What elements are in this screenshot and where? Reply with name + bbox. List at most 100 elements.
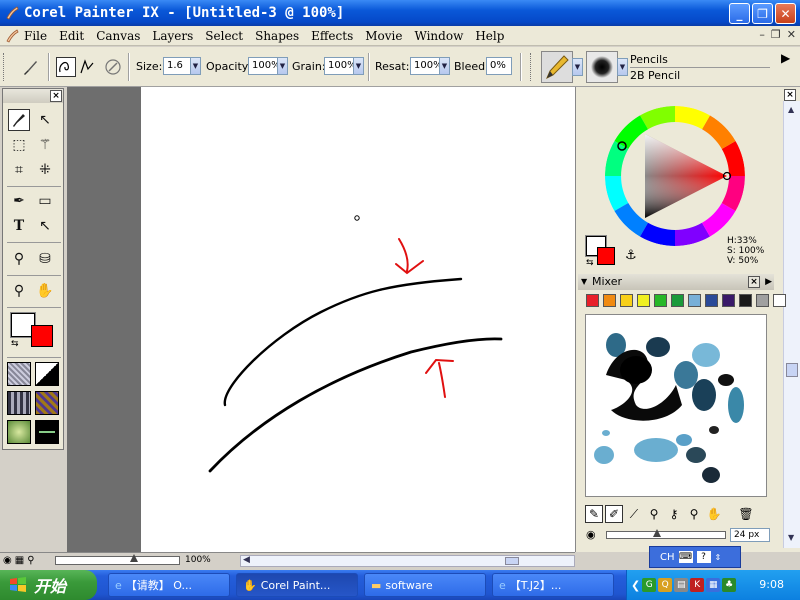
opacity-dropdown-button[interactable]: ▼ [277,57,288,75]
start-button[interactable]: 开始 [0,570,97,600]
bleed-input[interactable]: 0% [486,57,512,75]
horizontal-scrollbar[interactable]: ◀ [240,555,575,567]
mixer-swatch[interactable] [705,294,718,307]
pattern-selector[interactable] [7,391,31,415]
minimize-button[interactable]: _ [729,3,750,24]
paint-bucket-tool[interactable]: ⛁ [34,248,56,270]
mixer-close-button[interactable]: × [748,276,760,288]
doc-minimize-button[interactable]: – [759,28,765,41]
mixer-swatch[interactable] [603,294,616,307]
help-icon[interactable]: ? [696,551,711,563]
resat-dropdown-button[interactable]: ▼ [439,57,450,75]
weaving-selector[interactable] [35,391,59,415]
tray-icon-network[interactable]: ▤ [674,578,689,592]
tray-icon-monitor[interactable]: ▦ [706,578,721,592]
tray-icon-antivirus[interactable]: K [690,578,705,592]
brush-variant-selector[interactable] [586,51,618,83]
mix-color-tool[interactable]: ⟋ [625,505,643,523]
freehand-stroke-icon[interactable] [56,57,76,77]
swap-colors-icon-panel[interactable]: ⇆ [586,258,594,268]
apply-color-tool[interactable]: ✐ [605,505,623,523]
hue-ring[interactable] [605,106,745,246]
clear-mixer-button[interactable]: 🗑 [737,505,755,523]
additional-color-swatch[interactable] [597,247,615,265]
paper-selector[interactable] [7,362,31,386]
brush-tool-icon[interactable] [22,58,40,76]
brush-tool-button[interactable] [8,109,30,131]
grid-icon[interactable]: ▦ [15,555,24,566]
tray-expand-icon[interactable]: ❮ [631,579,640,592]
keyboard-icon[interactable]: ⌨ [678,551,693,563]
mixer-pad[interactable] [585,314,767,497]
rectangle-shape-tool[interactable]: ▭ [34,190,56,212]
menu-effects[interactable]: Effects [311,29,353,43]
pan-tool-mixer[interactable]: ✋ [705,505,723,523]
tray-icon-g[interactable]: G [642,578,657,592]
taskbar-item-painter[interactable]: ✋ Corel Paint... [236,573,358,597]
taskbar-item-browser-2[interactable]: e 【T.J2】... [492,573,614,597]
mixer-swatch[interactable] [620,294,633,307]
mixer-header[interactable]: ▼ Mixer × ▶ [578,274,774,290]
magnifier-tool[interactable]: ⚲ [8,280,30,302]
grain-dropdown-button[interactable]: ▼ [353,57,364,75]
menu-canvas[interactable]: Canvas [96,29,140,43]
propbar-menu-arrow[interactable]: ▶ [781,51,790,65]
shape-selection-tool[interactable]: ↖ [34,215,56,237]
mixer-swatch[interactable] [739,294,752,307]
panel-close-button[interactable]: × [784,89,796,101]
crop-tool[interactable]: ⌗ [8,159,30,181]
menu-edit[interactable]: Edit [59,29,84,43]
zoom-tool-mixer[interactable]: ⚲ [685,505,703,523]
brush-variant-dropdown[interactable]: ▼ [617,58,628,76]
taskbar-item-browser[interactable]: e 【请教】 O... [108,573,230,597]
restore-button[interactable]: ❐ [752,3,773,24]
toolbar-grip[interactable] [3,53,6,81]
brush-category-dropdown[interactable]: ▼ [572,58,583,76]
mixer-swatch[interactable] [722,294,735,307]
drawing-canvas[interactable] [141,87,575,552]
rectangular-selection-tool[interactable]: ⬚ [8,134,30,156]
toolbox-header[interactable]: × [3,89,63,103]
gradient-selector[interactable] [35,362,59,386]
doc-close-button[interactable]: ✕ [787,28,796,41]
menu-help[interactable]: Help [475,29,504,43]
taskbar-item-folder[interactable]: ▬ software [364,573,486,597]
sample-color-tool[interactable]: ⚲ [645,505,663,523]
magic-wand-tool[interactable]: ⚚ [34,134,56,156]
size-dropdown-button[interactable]: ▼ [190,57,201,75]
document-icon[interactable] [4,28,20,44]
doc-restore-button[interactable]: ❐ [771,28,781,41]
globe-icon[interactable]: ◉ [3,555,12,566]
tray-icon-qq[interactable]: Q [658,578,673,592]
swap-colors-icon[interactable]: ⇆ [11,339,19,349]
opacity-input[interactable]: 100% [248,57,281,75]
mixer-swatch[interactable] [586,294,599,307]
dirty-brush-mode-button[interactable]: ✎ [585,505,603,523]
menu-select[interactable]: Select [205,29,243,43]
zoom-icon[interactable]: ⚲ [27,555,34,566]
mixer-swatch[interactable] [688,294,701,307]
brush-category-selector[interactable] [541,51,573,83]
langbar-options-icon[interactable]: ⇕ [715,553,722,562]
nozzle-selector[interactable] [35,420,59,444]
mixer-swatch[interactable] [654,294,667,307]
menu-window[interactable]: Window [414,29,463,43]
panel-vertical-scrollbar[interactable]: ▲ ▼ [783,101,800,548]
color-selector[interactable]: ⇆ [10,312,55,351]
tray-icon-shield[interactable]: ♣ [722,578,737,592]
menu-movie[interactable]: Movie [365,29,402,43]
dropper-tool[interactable]: ⚲ [8,248,30,270]
additional-color-swatch-toolbox[interactable] [31,325,53,347]
grabber-tool[interactable]: ✋ [34,280,56,302]
straight-line-stroke-icon[interactable] [78,57,96,77]
clone-color-stamp-icon[interactable]: ⚓ [625,248,637,263]
mixer-swatch[interactable] [671,294,684,307]
text-tool[interactable]: T [8,215,30,237]
reset-tool-icon[interactable] [103,57,123,77]
mixer-brush-size-slider[interactable] [606,529,726,539]
sample-multiple-colors-tool[interactable]: ⚷ [665,505,683,523]
mixer-brush-size-input[interactable]: 24 px [730,528,770,542]
size-input[interactable]: 1.6 [163,57,191,75]
mixer-swatch[interactable] [637,294,650,307]
mixer-swatch[interactable] [756,294,769,307]
